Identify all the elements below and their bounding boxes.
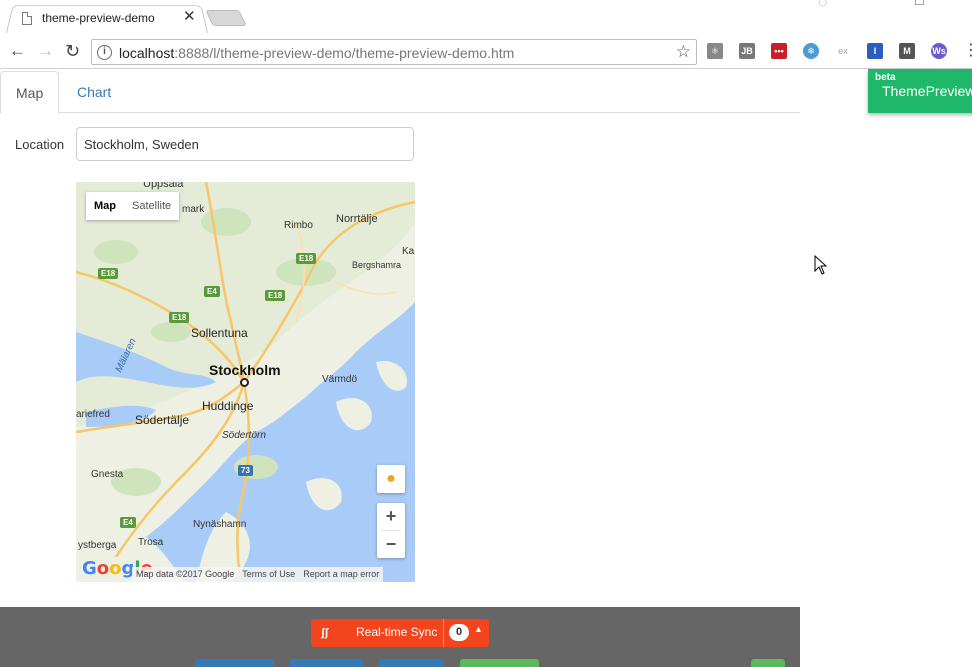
nav-tabs: Map Chart xyxy=(0,71,800,114)
map-label-huddinge: Huddinge xyxy=(202,399,254,413)
url-path: :8888/l/theme-preview-demo/theme-preview… xyxy=(174,45,515,61)
location-input[interactable] xyxy=(76,127,414,161)
theme-preview-button[interactable]: beta ThemePreview xyxy=(868,69,972,113)
maximize-icon[interactable]: ☐ xyxy=(914,0,925,8)
realtime-sync-button[interactable]: ʃʃ Real-time Sync 0 ▲ xyxy=(311,619,489,647)
terms-of-use-link[interactable]: Terms of Use xyxy=(238,567,299,582)
profile-icon[interactable]: ◌ xyxy=(818,0,828,12)
toolbar-button[interactable] xyxy=(751,659,785,667)
tab-close-icon[interactable]: ✕ xyxy=(183,9,196,24)
map-label-sodertalje: Södertälje xyxy=(135,413,190,427)
road-shield: E18 xyxy=(98,268,119,279)
map-label-mariefred: ariefred xyxy=(76,409,110,420)
toolbar-button[interactable] xyxy=(290,659,363,667)
menu-kebab-icon[interactable]: ⋮ xyxy=(963,41,972,61)
map-label-nystberga: ystberga xyxy=(78,540,117,551)
sync-label: Real-time Sync xyxy=(356,625,438,639)
caret-up-icon[interactable]: ▲ xyxy=(474,624,483,634)
map-label-sodertorn: Södertörn xyxy=(222,430,266,441)
map-label-norrtalje: Norrtälje xyxy=(336,213,378,225)
url-text[interactable]: localhost:8888/l/theme-preview-demo/them… xyxy=(119,45,514,61)
extension-m-icon[interactable]: M xyxy=(899,43,915,59)
road-shield: E18 xyxy=(265,290,286,301)
map-label-trosa: Trosa xyxy=(138,537,164,548)
page-content: Map Chart Location Stockholm, Sweden Map… xyxy=(0,69,972,667)
bookmark-star-icon[interactable]: ☆ xyxy=(676,42,691,62)
reload-icon[interactable]: ↻ xyxy=(65,41,80,61)
road-shield: E18 xyxy=(169,312,190,323)
stockholm-marker-icon xyxy=(240,378,249,387)
browser-tab-title: theme-preview-demo xyxy=(42,11,155,25)
map-label-marsta: mark xyxy=(182,204,205,215)
browser-title-bar: theme-preview-demo ✕ ◌ ☐ xyxy=(0,0,972,36)
map-type-control: Map Satellite xyxy=(86,192,180,220)
mouse-cursor-icon xyxy=(814,255,828,275)
map-data-credit: Map data ©2017 Google xyxy=(136,569,235,579)
extension-ex-icon[interactable]: ex xyxy=(835,43,851,59)
info-icon[interactable]: i xyxy=(97,45,112,60)
map-label-kapell: Ka xyxy=(402,246,415,257)
browser-toolbar: ← → ↻ i localhost:8888/l/theme-preview-d… xyxy=(0,36,972,69)
zoom-control: + − xyxy=(377,503,405,558)
url-host: localhost xyxy=(119,45,175,61)
road-shield: 73 xyxy=(238,465,253,476)
map-type-map-button[interactable]: Map xyxy=(86,192,124,220)
extension-bookmark-icon[interactable]: I xyxy=(867,43,883,59)
tab-chart[interactable]: Chart xyxy=(62,71,126,113)
new-tab-button[interactable] xyxy=(205,10,247,26)
report-map-error-link[interactable]: Report a map error xyxy=(299,567,383,582)
theme-preview-label: ThemePreview xyxy=(882,83,972,99)
sync-logo-icon: ʃʃ xyxy=(321,627,329,639)
forward-arrow-icon[interactable]: → xyxy=(37,41,54,61)
toolbar-button[interactable] xyxy=(460,659,539,667)
map-view[interactable]: Map Satellite Uppsala mark Norrtälje Rim… xyxy=(76,182,415,582)
map-label-rimbo: Rimbo xyxy=(284,220,313,231)
map-attribution: Map data ©2017 Google Terms of Use Repor… xyxy=(132,567,384,582)
road-shield: E18 xyxy=(296,253,317,264)
road-shield: E4 xyxy=(204,286,220,297)
tab-map[interactable]: Map xyxy=(0,71,59,114)
map-label-sollentuna: Sollentuna xyxy=(191,326,248,340)
tab-strip: theme-preview-demo ✕ ◌ ☐ xyxy=(0,0,972,36)
address-bar[interactable]: i localhost:8888/l/theme-preview-demo/th… xyxy=(91,39,697,65)
jetbrains-icon[interactable]: JB xyxy=(739,43,755,59)
back-arrow-icon[interactable]: ← xyxy=(9,41,26,61)
browser-tab-content[interactable]: theme-preview-demo xyxy=(22,6,202,30)
map-label-nynashamn: Nynäshamn xyxy=(193,519,247,530)
road-shield: E4 xyxy=(120,517,136,528)
extension-ws-icon[interactable]: Ws xyxy=(931,43,947,59)
bottom-toolbar: ʃʃ Real-time Sync 0 ▲ xyxy=(0,607,800,667)
react-devtools-icon[interactable]: ⚛ xyxy=(707,43,723,59)
map-label-varmdo: Värmdö xyxy=(322,374,358,385)
toolbar-button[interactable] xyxy=(379,659,444,667)
map-label-gnesta: Gnesta xyxy=(91,469,124,480)
beta-badge: beta xyxy=(875,72,896,83)
map-label-uppsala: Uppsala xyxy=(143,182,184,190)
street-view-pegman-icon[interactable]: ● xyxy=(377,465,405,493)
page-icon xyxy=(22,11,32,25)
sync-divider xyxy=(443,619,444,647)
extension-snowflake-icon[interactable]: ❄ xyxy=(803,43,819,59)
map-type-satellite-button[interactable]: Satellite xyxy=(124,192,179,220)
zoom-out-button[interactable]: − xyxy=(377,531,405,558)
zoom-in-button[interactable]: + xyxy=(377,503,405,530)
location-label: Location xyxy=(15,137,65,152)
lastpass-icon[interactable]: ••• xyxy=(771,43,787,59)
map-label-bergshamra: Bergshamra xyxy=(352,260,402,270)
sync-count-badge: 0 xyxy=(449,624,469,641)
toolbar-button[interactable] xyxy=(195,659,274,667)
map-label-stockholm: Stockholm xyxy=(209,362,281,378)
